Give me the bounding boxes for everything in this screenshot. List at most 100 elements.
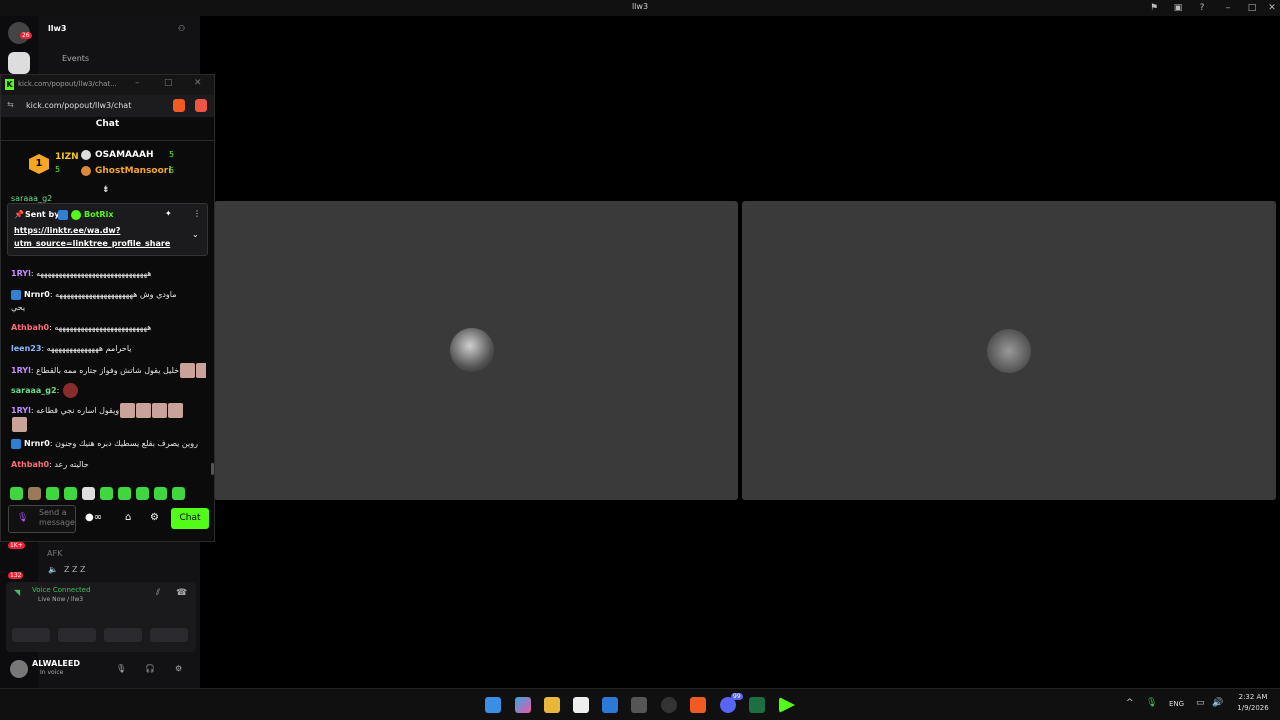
emote-image bbox=[120, 403, 136, 418]
more-options-icon[interactable]: ⋮ bbox=[193, 209, 201, 218]
chat-text: حاليته رعد bbox=[54, 460, 89, 469]
chat-username[interactable]: 1RYl bbox=[11, 269, 31, 278]
user-avatar[interactable] bbox=[10, 660, 28, 678]
pinned-link-line1[interactable]: https://linktr.ee/wa.dw? bbox=[14, 226, 120, 235]
scrollbar-thumb[interactable] bbox=[211, 463, 214, 475]
inbox-icon[interactable]: ▣ bbox=[1172, 2, 1184, 14]
emote-icon[interactable] bbox=[10, 487, 23, 500]
kick-chat-popout: K kick.com/popout/llw3/chat... – □ ✕ ⇆ k… bbox=[0, 74, 215, 542]
chat-text: ماودي وش هههههههههههههههههههههه bbox=[55, 290, 177, 299]
video-tile-2[interactable] bbox=[742, 201, 1276, 500]
voice-status: Voice Connected bbox=[32, 586, 91, 594]
minimize-icon[interactable]: – bbox=[1222, 2, 1234, 14]
flag-icon[interactable]: ⚑ bbox=[1148, 2, 1160, 14]
server-icon[interactable] bbox=[8, 52, 30, 74]
popout-titlebar: K kick.com/popout/llw3/chat... – □ ✕ bbox=[1, 75, 214, 95]
chat-settings-icon[interactable]: ⚙ bbox=[150, 512, 159, 523]
emote-quick-bar[interactable] bbox=[10, 485, 210, 500]
maximize-icon[interactable]: □ bbox=[1246, 2, 1258, 14]
clock-date[interactable]: 1/9/2026 bbox=[1228, 704, 1278, 712]
emote-icon[interactable] bbox=[100, 487, 113, 500]
chat-username[interactable]: 1RYl bbox=[11, 366, 31, 375]
second-gifter-name[interactable]: OSAMAAAH bbox=[95, 150, 153, 160]
minimize-icon[interactable]: – bbox=[135, 78, 140, 88]
chat-username[interactable]: Nrnr0 bbox=[24, 290, 50, 299]
chat-username[interactable]: 1RYl bbox=[11, 406, 31, 415]
headset-icon[interactable]: 🎧 bbox=[145, 664, 155, 673]
language-indicator[interactable]: ENG bbox=[1169, 700, 1184, 708]
site-settings-icon[interactable]: ⇆ bbox=[7, 100, 14, 109]
start-icon[interactable] bbox=[485, 697, 501, 713]
emote-icon[interactable] bbox=[118, 487, 131, 500]
emote-icon[interactable] bbox=[28, 487, 41, 500]
screenshare-button[interactable] bbox=[58, 628, 96, 642]
popout-window-title: kick.com/popout/llw3/chat... bbox=[18, 80, 117, 88]
afk-member[interactable]: Z Z Z bbox=[64, 565, 86, 574]
copilot-icon[interactable] bbox=[515, 697, 531, 713]
disconnect-icon[interactable]: ☎ bbox=[176, 588, 187, 598]
user-name[interactable]: ALWALEED bbox=[32, 659, 80, 668]
help-icon[interactable]: ? bbox=[1196, 2, 1208, 14]
brave-rewards-icon[interactable] bbox=[195, 99, 207, 112]
add-member-icon[interactable]: ⚇ bbox=[178, 24, 185, 33]
emote-icon[interactable] bbox=[172, 487, 185, 500]
store-icon[interactable]: ⌂ bbox=[125, 512, 131, 523]
excel-icon[interactable] bbox=[749, 697, 765, 713]
emote-icon[interactable] bbox=[64, 487, 77, 500]
emote-icon[interactable] bbox=[82, 487, 95, 500]
emote-icon[interactable] bbox=[154, 487, 167, 500]
close-icon[interactable]: ✕ bbox=[194, 78, 202, 88]
settings-icon[interactable]: ⚙ bbox=[175, 664, 182, 673]
soundboard-button[interactable] bbox=[150, 628, 188, 642]
chat-username[interactable]: Athbah0 bbox=[11, 460, 49, 469]
participant-avatar bbox=[987, 329, 1031, 373]
pinned-link-line2[interactable]: utm_source=linktree_profile_share bbox=[14, 239, 170, 248]
chat-send-button[interactable]: Chat bbox=[171, 508, 209, 529]
chat-text: يحي bbox=[11, 303, 26, 312]
video-tile-1[interactable] bbox=[214, 201, 738, 500]
server-name[interactable]: llw3 bbox=[48, 24, 66, 33]
brave-icon[interactable] bbox=[690, 697, 706, 713]
afk-channel[interactable]: AFK bbox=[47, 549, 62, 558]
address-bar[interactable]: ⇆ kick.com/popout/llw3/chat bbox=[1, 95, 214, 117]
unpin-icon[interactable]: ✦ bbox=[165, 209, 172, 218]
activities-button[interactable] bbox=[104, 628, 142, 642]
chat-username[interactable]: Athbah0 bbox=[11, 323, 49, 332]
chat-username[interactable]: saraaa_g2 bbox=[11, 386, 57, 395]
chat-input[interactable]: 🎙 Send a message bbox=[8, 505, 76, 533]
calculator-icon[interactable] bbox=[631, 697, 647, 713]
mic-icon[interactable]: 🎙 bbox=[17, 513, 28, 523]
notepad-icon[interactable] bbox=[573, 697, 589, 713]
camera-off-button[interactable] bbox=[12, 628, 50, 642]
chat-username[interactable]: Nrnr0 bbox=[24, 439, 50, 448]
bot-name[interactable]: BotRix bbox=[84, 210, 113, 219]
voice-channel[interactable]: Live Now / llw3 bbox=[38, 596, 83, 603]
close-icon[interactable]: ✕ bbox=[1266, 2, 1278, 14]
brave-shield-icon[interactable] bbox=[173, 99, 185, 112]
chat-username[interactable]: leen23 bbox=[11, 344, 41, 353]
maximize-icon[interactable]: □ bbox=[164, 78, 173, 88]
mic-in-use-icon[interactable]: 🎙 bbox=[1146, 698, 1157, 708]
clock-time[interactable]: 2:32 AM bbox=[1228, 693, 1278, 701]
chevron-down-icon[interactable]: ⌄ bbox=[192, 230, 199, 239]
volume-icon[interactable]: 🔊 bbox=[1212, 698, 1223, 708]
noise-icon[interactable]: ⫽ bbox=[156, 588, 160, 598]
file-explorer-icon[interactable] bbox=[544, 697, 560, 713]
kick-icon[interactable] bbox=[779, 697, 795, 713]
top-gifter-name[interactable]: 1IZN bbox=[55, 152, 79, 162]
chatgpt-icon[interactable] bbox=[661, 697, 677, 713]
emote-image bbox=[152, 403, 168, 418]
third-gifter-name[interactable]: GhostMansoori bbox=[95, 166, 171, 176]
emote-picker-icon[interactable]: ●∞ bbox=[85, 512, 102, 523]
chevron-up-icon[interactable]: ^ bbox=[1126, 698, 1134, 708]
chat-message: Nrnr0: روين يصرف بقلع يسطيك دبره هنيك وج… bbox=[11, 438, 206, 449]
network-icon[interactable]: ▭ bbox=[1196, 698, 1205, 708]
emote-icon[interactable] bbox=[46, 487, 59, 500]
store-icon[interactable] bbox=[602, 697, 618, 713]
emote-icon[interactable] bbox=[136, 487, 149, 500]
chat-text: ههههههههههههههههههههههههههههههه bbox=[36, 269, 152, 278]
mic-icon[interactable]: 🎙 bbox=[116, 664, 126, 673]
url-text[interactable]: kick.com/popout/llw3/chat bbox=[26, 101, 131, 110]
chat-header: Chat bbox=[95, 119, 120, 129]
events-label[interactable]: Events bbox=[62, 54, 89, 63]
